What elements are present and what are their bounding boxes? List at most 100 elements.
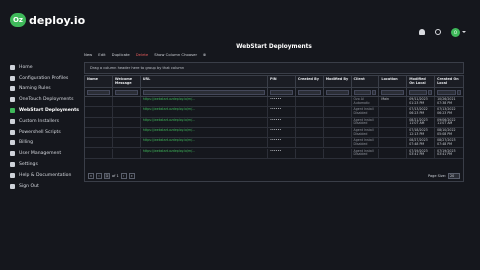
last-page-button[interactable]: » bbox=[128, 173, 135, 179]
sidebar-item-naming-rules[interactable]: Naming Rules bbox=[0, 84, 82, 95]
table-cell: 07/19/2023 03:41 PM bbox=[437, 148, 456, 157]
filter-input[interactable] bbox=[269, 89, 293, 95]
column-header[interactable]: Created By bbox=[296, 76, 324, 87]
table-row[interactable]: https://webstart.ozdeploy.io/m/... ••••••… bbox=[85, 138, 463, 149]
column-chooser-button[interactable]: Show Column Chooser bbox=[154, 52, 197, 57]
filter-dropdown-icon[interactable] bbox=[372, 89, 377, 95]
table-cell: 08/21/2023 11:07 AM bbox=[407, 117, 436, 127]
duplicate-button[interactable]: Duplicate bbox=[112, 52, 130, 57]
logo-mark-icon: Oz bbox=[10, 13, 26, 27]
filter-cell bbox=[85, 88, 113, 96]
filter-cell bbox=[141, 88, 268, 96]
next-page-button[interactable]: › bbox=[120, 173, 127, 179]
table-cell: 07/19/2023 03:41 PM bbox=[407, 148, 436, 158]
table-cell: 09/06/2022 11:07 AM bbox=[437, 117, 456, 126]
sidebar-item-powershell[interactable]: Powershell Scripts bbox=[0, 127, 82, 138]
url-link[interactable]: https://webstart.ozdeploy.io/m/... bbox=[141, 107, 268, 117]
sidebar-item-label: Naming Rules bbox=[19, 86, 51, 92]
sidebar-item-label: Custom Installers bbox=[19, 118, 59, 124]
table-cell: Main bbox=[379, 97, 408, 107]
new-button[interactable]: New bbox=[84, 52, 92, 57]
calendar-icon[interactable] bbox=[428, 89, 433, 95]
page-size-select[interactable]: 20 bbox=[448, 173, 460, 179]
table-cell: 07/13/2022 06:23 PM bbox=[407, 107, 436, 117]
url-link[interactable]: https://webstart.ozdeploy.io/m/... bbox=[141, 97, 268, 107]
group-panel[interactable]: Drag a column header here to group by th… bbox=[84, 62, 464, 74]
avatar: O bbox=[451, 27, 460, 37]
sidebar-item-label: OneTouch Deployments bbox=[19, 97, 74, 103]
filter-input[interactable] bbox=[297, 89, 321, 95]
filter-input[interactable] bbox=[87, 89, 110, 95]
table-cell bbox=[379, 107, 408, 117]
user-menu[interactable]: O bbox=[451, 27, 466, 37]
filter-input[interactable] bbox=[325, 89, 349, 95]
table-cell bbox=[113, 138, 141, 148]
first-page-button[interactable]: « bbox=[88, 173, 94, 179]
sidebar-item-label: Help & Documentation bbox=[19, 172, 72, 178]
sidebar-item-help[interactable]: Help & Documentation bbox=[0, 170, 82, 181]
table-cell bbox=[324, 107, 352, 117]
table-cell: •••••• bbox=[268, 107, 296, 117]
url-link[interactable]: https://webstart.ozdeploy.io/m/... bbox=[141, 117, 268, 127]
calendar-icon[interactable] bbox=[456, 89, 461, 95]
bell-icon[interactable] bbox=[419, 29, 425, 35]
filter-input[interactable] bbox=[381, 89, 405, 95]
table-cell: •••••• bbox=[268, 138, 296, 148]
filter-cell bbox=[113, 88, 141, 96]
column-header[interactable]: URL bbox=[141, 76, 268, 87]
sidebar-item-configuration-profiles[interactable]: Configuration Profiles bbox=[0, 73, 82, 84]
url-link[interactable]: https://webstart.ozdeploy.io/m/... bbox=[141, 148, 268, 158]
column-header[interactable]: Modified On Local bbox=[407, 76, 436, 87]
table-cell bbox=[296, 107, 324, 117]
table-cell bbox=[85, 117, 113, 127]
column-header[interactable]: Location bbox=[379, 76, 408, 87]
sidebar-item-settings[interactable]: Settings bbox=[0, 159, 82, 170]
table-cell: 08/27/2023 07:48 PM bbox=[437, 138, 456, 146]
settings-gear-icon[interactable] bbox=[435, 29, 441, 35]
profile-icon bbox=[10, 75, 15, 81]
filter-input[interactable] bbox=[353, 89, 372, 95]
column-header[interactable]: Welcome Message bbox=[113, 76, 141, 87]
url-link[interactable]: https://webstart.ozdeploy.io/m/... bbox=[141, 127, 268, 138]
table-row[interactable]: https://webstart.ozdeploy.io/m/... ••••••… bbox=[85, 107, 463, 118]
toolbar-menu: New Edit Duplicate Delete Show Column Ch… bbox=[84, 52, 206, 57]
page-number-button[interactable]: 1 bbox=[104, 173, 110, 179]
sidebar-item-sign-out[interactable]: Sign Out bbox=[0, 181, 82, 192]
table-row[interactable]: https://webstart.ozdeploy.io/m/... ••••••… bbox=[85, 97, 463, 108]
filter-input[interactable] bbox=[142, 89, 265, 95]
column-header[interactable]: PIN bbox=[268, 76, 296, 87]
prev-page-button[interactable]: ‹ bbox=[96, 173, 102, 179]
table-cell: Agent Install Disabled bbox=[352, 148, 380, 158]
sidebar-item-onetouch[interactable]: OneTouch Deployments bbox=[0, 94, 82, 105]
table-cell bbox=[296, 117, 324, 127]
brand-logo[interactable]: Oz deploy.io bbox=[10, 13, 85, 27]
url-link[interactable]: https://webstart.ozdeploy.io/m/... bbox=[141, 138, 268, 148]
column-header[interactable]: Created On Local bbox=[435, 76, 463, 87]
sidebar-item-home[interactable]: Home bbox=[0, 62, 82, 73]
column-header[interactable]: Modified By bbox=[324, 76, 352, 87]
edit-button[interactable]: Edit bbox=[98, 52, 105, 57]
delete-button[interactable]: Delete bbox=[136, 52, 148, 57]
clear-icon[interactable]: ⊗ bbox=[203, 52, 206, 57]
table-cell: Agent Install Disabled bbox=[352, 107, 380, 117]
gear-icon bbox=[10, 162, 15, 168]
filter-input[interactable] bbox=[409, 89, 428, 95]
filter-cell bbox=[268, 88, 296, 96]
table-row[interactable]: https://webstart.ozdeploy.io/m/... ••••••… bbox=[85, 127, 463, 139]
sidebar-item-custom-installers[interactable]: Custom Installers bbox=[0, 116, 82, 127]
column-header[interactable]: Client bbox=[352, 76, 380, 87]
column-header[interactable]: Name bbox=[85, 76, 113, 87]
sidebar-item-user-management[interactable]: User Management bbox=[0, 148, 82, 159]
web-icon bbox=[10, 108, 15, 114]
table-cell bbox=[85, 97, 113, 107]
table-row[interactable]: https://webstart.ozdeploy.io/m/... ••••••… bbox=[85, 117, 463, 128]
filter-input[interactable] bbox=[437, 89, 456, 95]
table-row[interactable]: https://webstart.ozdeploy.io/m/... ••••••… bbox=[85, 148, 463, 159]
sidebar-item-webstart[interactable]: WebStart Deployments bbox=[0, 105, 82, 116]
table-cell: 08/10/2022 05:08 PM bbox=[437, 127, 456, 136]
table-cell bbox=[296, 138, 324, 148]
table-cell: 10/26/2021 07:38 PM bbox=[437, 97, 456, 105]
table-cell: •••••• bbox=[268, 127, 296, 138]
sidebar-item-billing[interactable]: Billing bbox=[0, 138, 82, 149]
filter-input[interactable] bbox=[114, 89, 138, 95]
